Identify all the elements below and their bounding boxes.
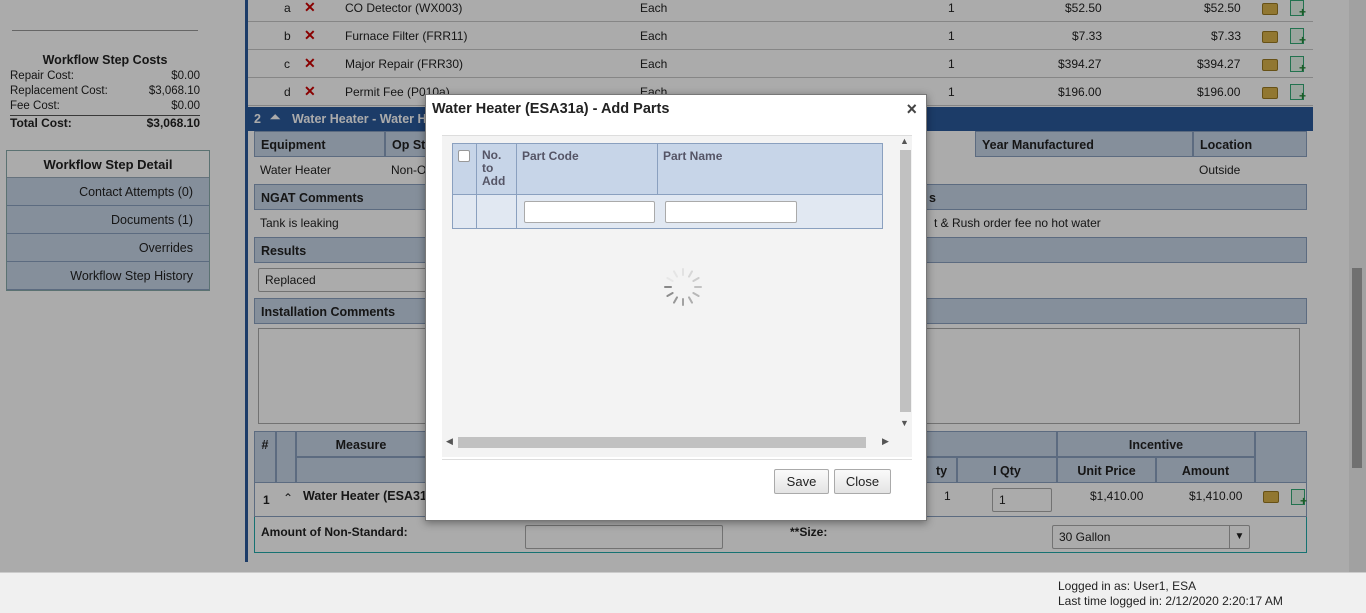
footer: Logged in as: User1, ESA Last time logge…: [0, 572, 1366, 613]
col-select-all: [453, 144, 477, 194]
dialog-title: Water Heater (ESA31a) - Add Parts: [432, 101, 670, 117]
part-name-filter-input[interactable]: [665, 201, 797, 223]
dialog-body: No. to Add Part Code Part Name ▲ ▼ ◀ ▶: [442, 135, 912, 457]
loading-spinner-icon: [664, 268, 702, 306]
parts-table: No. to Add Part Code Part Name: [452, 143, 883, 229]
filter-cell: [477, 195, 517, 228]
scroll-left-icon[interactable]: ◀: [446, 436, 453, 447]
divider: [442, 459, 912, 460]
save-button[interactable]: Save: [774, 469, 829, 494]
scroll-right-icon[interactable]: ▶: [882, 436, 889, 447]
col-part-code[interactable]: Part Code: [517, 144, 658, 194]
col-no-to-add: No. to Add: [477, 144, 517, 194]
scroll-up-icon[interactable]: ▲: [900, 136, 909, 146]
select-all-checkbox[interactable]: [458, 150, 470, 162]
parts-filter-row: [453, 194, 882, 228]
scrollbar-thumb[interactable]: [458, 437, 866, 448]
dialog-vertical-scrollbar[interactable]: ▲ ▼: [896, 136, 912, 432]
dialog-horizontal-scrollbar[interactable]: ◀ ▶: [442, 434, 896, 450]
add-parts-dialog: Water Heater (ESA31a) - Add Parts × No. …: [425, 94, 927, 521]
close-icon[interactable]: ×: [906, 99, 917, 120]
scroll-down-icon[interactable]: ▼: [900, 418, 909, 428]
last-login-text: Last time logged in: 2/12/2020 2:20:17 A…: [1058, 594, 1283, 608]
part-code-filter-input[interactable]: [524, 201, 655, 223]
col-part-name[interactable]: Part Name: [658, 144, 882, 194]
close-button[interactable]: Close: [834, 469, 891, 494]
logged-in-text: Logged in as: User1, ESA: [1058, 579, 1197, 593]
parts-table-header: No. to Add Part Code Part Name: [453, 144, 882, 194]
scrollbar-thumb[interactable]: [900, 150, 911, 412]
filter-cell: [453, 195, 477, 228]
